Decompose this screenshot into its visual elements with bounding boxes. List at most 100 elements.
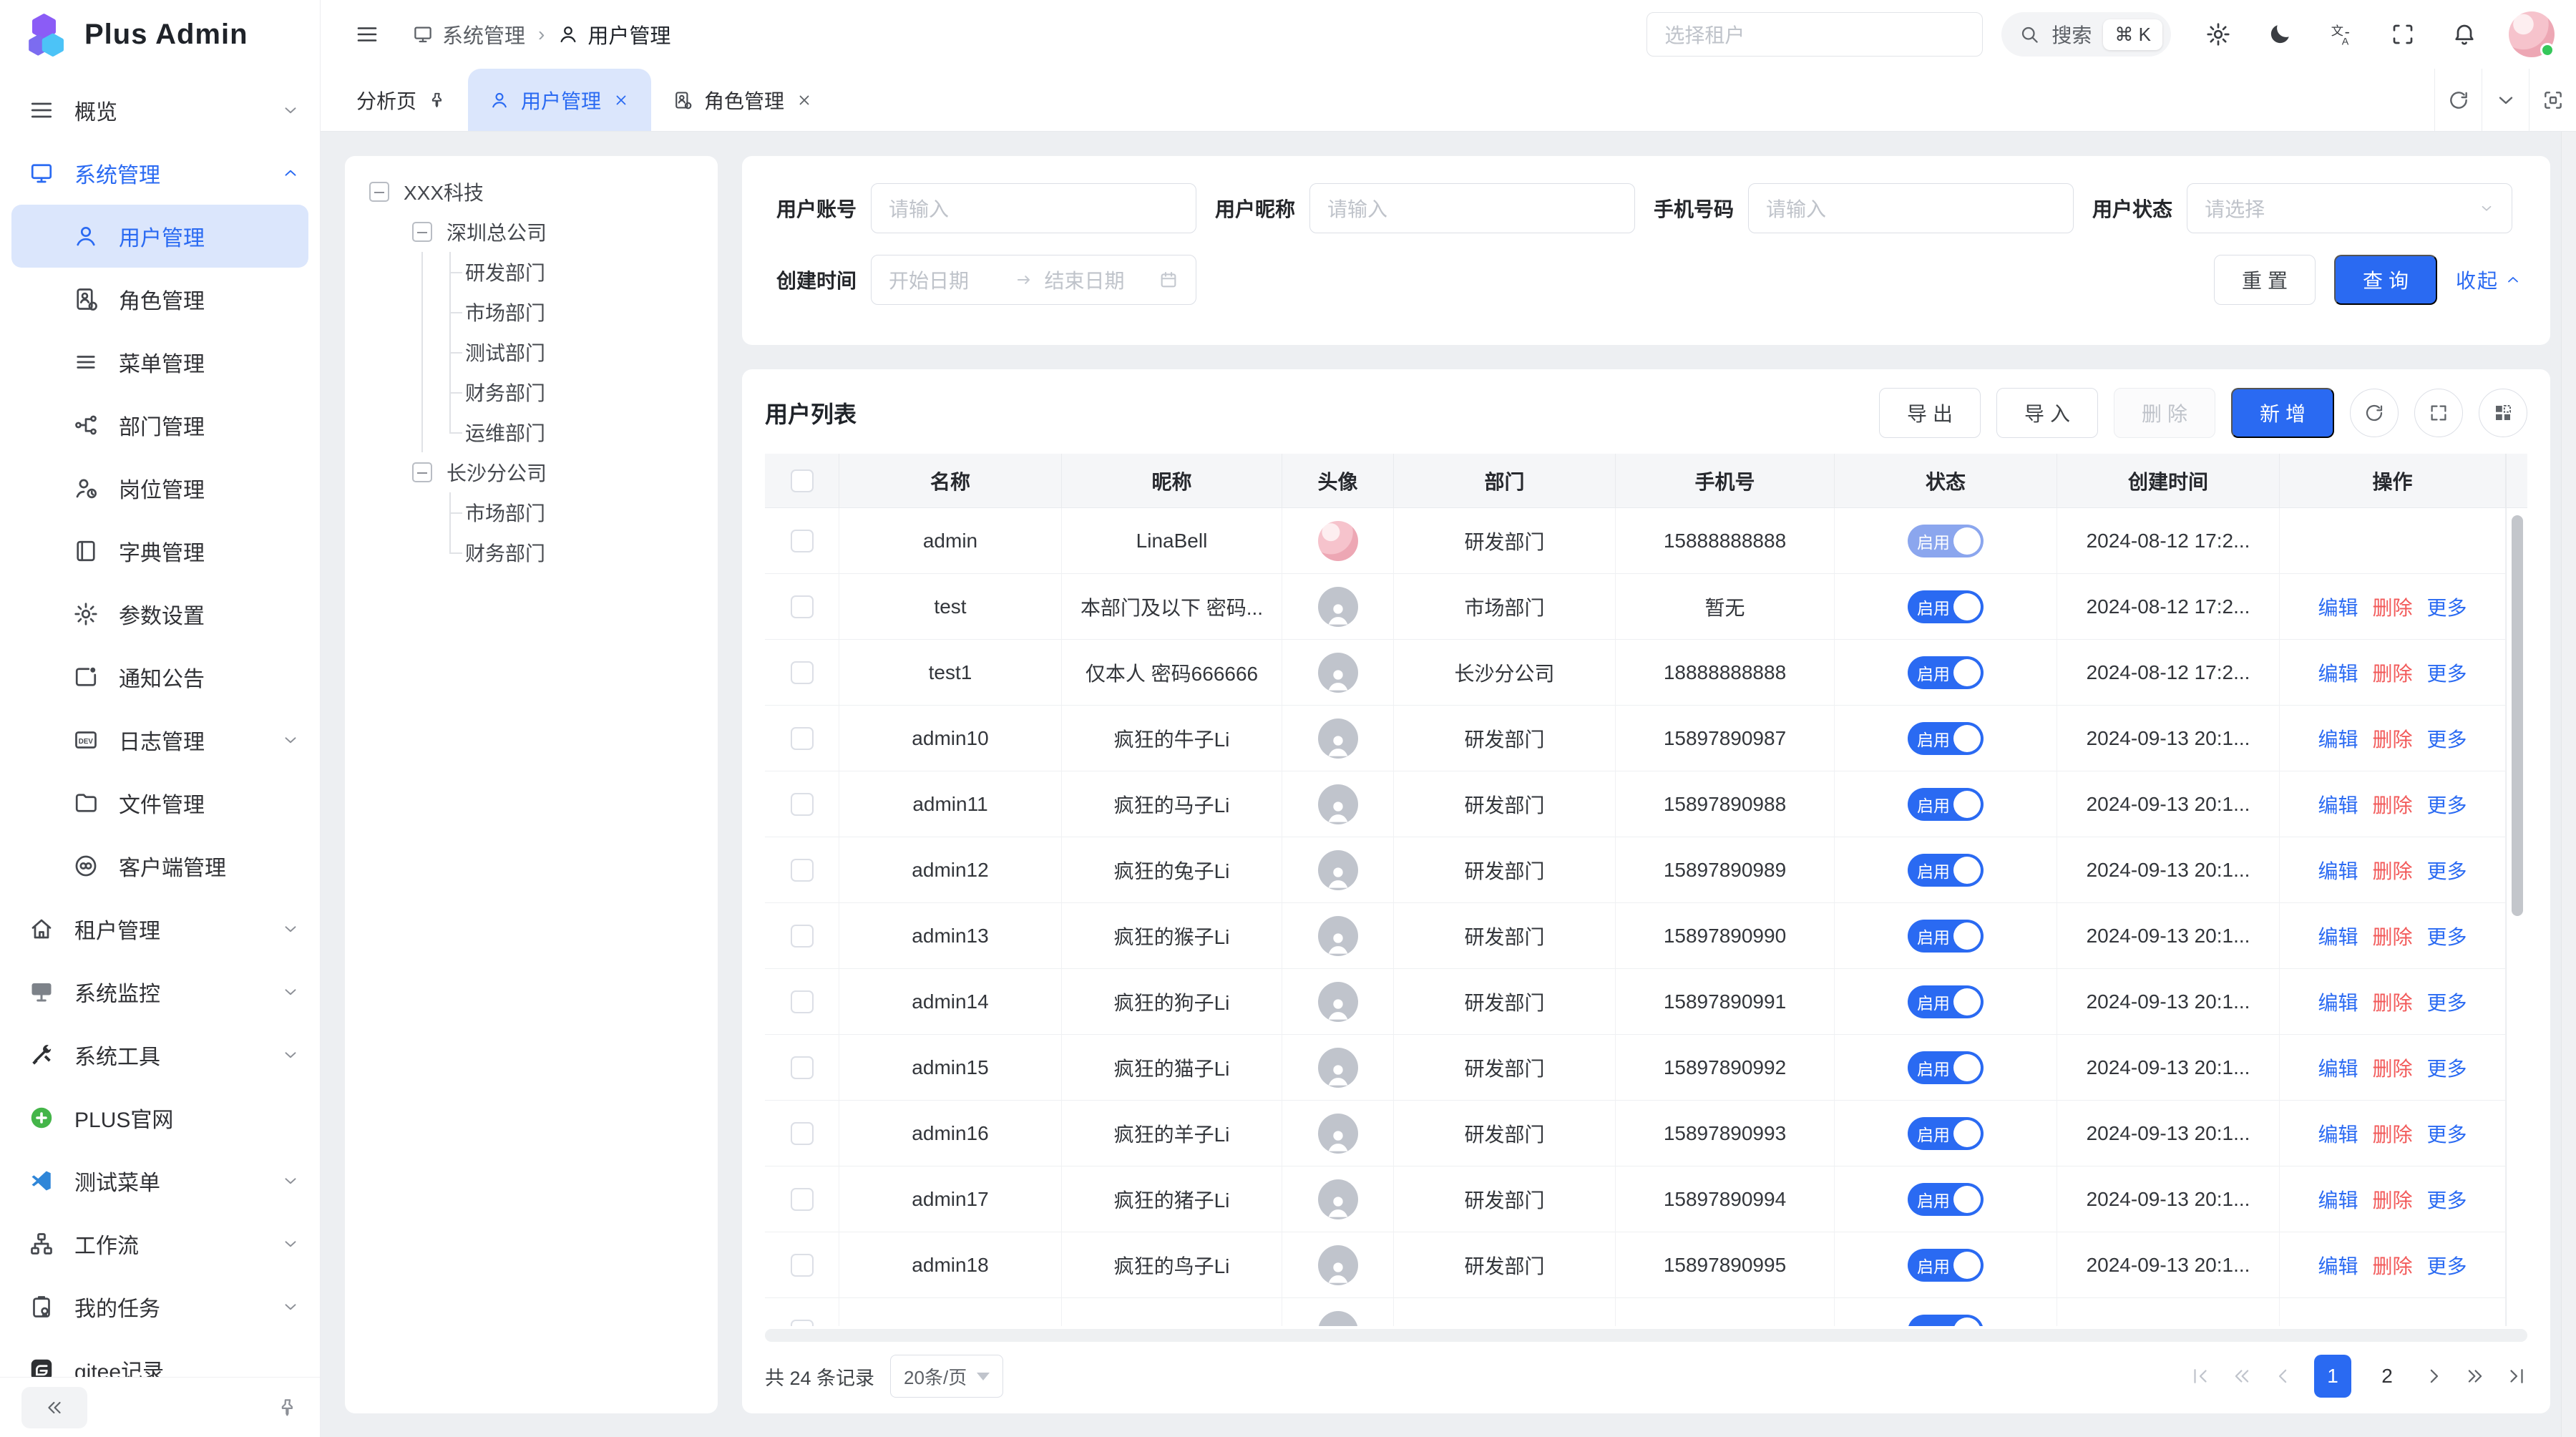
sidebar-item-6[interactable]: 岗位管理 (0, 457, 320, 520)
next-page-button[interactable] (2423, 1365, 2444, 1387)
action-link[interactable]: 编辑 (2318, 658, 2358, 687)
action-link[interactable]: 更多 (2427, 856, 2467, 885)
action-link[interactable]: 编辑 (2318, 790, 2358, 819)
prev-group-button[interactable] (2231, 1365, 2253, 1387)
row-checkbox[interactable] (791, 1320, 814, 1327)
status-toggle[interactable]: 启用 (1908, 1183, 1984, 1216)
sidebar-collapse-button[interactable] (21, 1387, 87, 1428)
filter-text-input[interactable]: 请输入 (1309, 183, 1635, 233)
action-link[interactable]: 编辑 (2318, 1251, 2358, 1280)
action-link[interactable]: 编辑 (2318, 988, 2358, 1016)
row-checkbox[interactable] (791, 793, 814, 816)
status-toggle[interactable]: 启用 (1908, 1051, 1984, 1084)
tree-node-5[interactable]: 财务部门 (356, 372, 706, 412)
status-toggle[interactable] (1908, 1315, 1984, 1327)
date-range-input[interactable]: 开始日期 结束日期 (871, 255, 1196, 305)
status-toggle[interactable]: 启用 (1908, 1249, 1984, 1282)
table-button-3[interactable]: 新增 (2231, 388, 2334, 438)
action-link[interactable]: 删除 (2372, 988, 2412, 1016)
tenant-select-input[interactable]: 选择租户 (1646, 12, 1983, 57)
action-link[interactable]: 更多 (2427, 1251, 2467, 1280)
page-size-select[interactable]: 20条/页 (890, 1355, 1003, 1398)
sidebar-item-2[interactable]: 用户管理 (11, 205, 308, 268)
action-link[interactable]: 删除 (2372, 724, 2412, 753)
filter-text-input[interactable]: 请输入 (871, 183, 1196, 233)
row-checkbox[interactable] (791, 661, 814, 684)
action-link[interactable]: 删除 (2372, 922, 2412, 950)
last-page-button[interactable] (2506, 1365, 2527, 1387)
status-toggle[interactable]: 启用 (1908, 788, 1984, 821)
sidebar-item-11[interactable]: 文件管理 (0, 771, 320, 834)
action-link[interactable]: 删除 (2372, 1251, 2412, 1280)
action-link[interactable]: 删除 (2372, 790, 2412, 819)
sidebar-item-14[interactable]: 系统监控 (0, 960, 320, 1023)
tab-1[interactable]: 用户管理 (468, 69, 651, 131)
action-link[interactable]: 删除 (2372, 658, 2412, 687)
first-page-button[interactable] (2190, 1365, 2211, 1387)
tree-node-8[interactable]: 市场部门 (356, 492, 706, 532)
sidebar-item-3[interactable]: 角色管理 (0, 268, 320, 331)
refresh-icon-button[interactable] (2350, 389, 2399, 437)
sidebar-item-0[interactable]: 概览 (0, 79, 320, 142)
row-checkbox[interactable] (791, 727, 814, 750)
sidebar-item-5[interactable]: 部门管理 (0, 394, 320, 457)
status-toggle[interactable]: 启用 (1908, 1117, 1984, 1150)
status-toggle[interactable]: 启用 (1908, 525, 1984, 557)
tab-menu-button[interactable] (2482, 69, 2529, 131)
prev-page-button[interactable] (2273, 1365, 2294, 1387)
action-link[interactable]: 删除 (2372, 593, 2412, 621)
page-number-2[interactable]: 2 (2371, 1355, 2403, 1398)
row-checkbox[interactable] (791, 925, 814, 948)
status-toggle[interactable]: 启用 (1908, 985, 1984, 1018)
page-number-1[interactable]: 1 (2314, 1355, 2351, 1398)
user-avatar[interactable] (2509, 11, 2555, 57)
sidebar-item-13[interactable]: 租户管理 (0, 897, 320, 960)
action-link[interactable]: 编辑 (2318, 1053, 2358, 1082)
breadcrumb-item-1[interactable]: 用户管理 (557, 19, 670, 49)
tree-collapse-icon[interactable] (412, 222, 432, 242)
sidebar-item-17[interactable]: 测试菜单 (0, 1149, 320, 1212)
sidebar-item-1[interactable]: 系统管理 (0, 142, 320, 205)
action-link[interactable]: 删除 (2372, 856, 2412, 885)
breadcrumb-item-0[interactable]: 系统管理 (412, 19, 525, 49)
content-fullscreen-button[interactable] (2529, 69, 2576, 131)
sidebar-item-19[interactable]: 我的任务 (0, 1275, 320, 1338)
sidebar-pin-icon[interactable] (277, 1397, 298, 1418)
row-checkbox[interactable] (791, 530, 814, 552)
reset-button[interactable]: 重置 (2214, 255, 2316, 305)
sidebar-item-10[interactable]: DEV日志管理 (0, 708, 320, 771)
action-link[interactable]: 更多 (2427, 1119, 2467, 1148)
fullscreen-icon[interactable] (2390, 21, 2416, 47)
sidebar-item-20[interactable]: gitee记录 (0, 1338, 320, 1377)
action-link[interactable]: 更多 (2427, 593, 2467, 621)
action-link[interactable]: 更多 (2427, 790, 2467, 819)
table-button-1[interactable]: 导入 (1996, 388, 2098, 438)
translate-icon[interactable]: 文A (2328, 21, 2354, 47)
next-group-button[interactable] (2464, 1365, 2486, 1387)
pin-icon[interactable] (428, 91, 447, 109)
filter-text-input[interactable]: 请输入 (1748, 183, 2074, 233)
row-checkbox[interactable] (791, 990, 814, 1013)
table-horizontal-scrollbar[interactable] (765, 1329, 2527, 1342)
settings-gear-icon[interactable] (2205, 21, 2231, 47)
tree-node-6[interactable]: 运维部门 (356, 412, 706, 452)
tree-node-3[interactable]: 市场部门 (356, 292, 706, 332)
action-link[interactable]: 编辑 (2318, 1119, 2358, 1148)
hamburger-menu-icon[interactable] (355, 22, 379, 47)
action-link[interactable]: 删除 (2372, 1185, 2412, 1214)
tree-collapse-icon[interactable] (412, 462, 432, 482)
action-link[interactable]: 更多 (2427, 988, 2467, 1016)
close-icon[interactable] (613, 92, 630, 109)
tree-node-4[interactable]: 测试部门 (356, 332, 706, 372)
status-select[interactable]: 请选择 (2187, 183, 2512, 233)
vertical-scrollbar-thumb[interactable] (2512, 515, 2523, 916)
tree-node-1[interactable]: 深圳总公司 (356, 212, 706, 252)
row-checkbox[interactable] (791, 859, 814, 882)
status-toggle[interactable]: 启用 (1908, 656, 1984, 689)
select-all-checkbox[interactable] (791, 469, 814, 492)
action-link[interactable]: 编辑 (2318, 593, 2358, 621)
action-link[interactable]: 删除 (2372, 1053, 2412, 1082)
tab-0[interactable]: 分析页 (335, 69, 468, 131)
query-button[interactable]: 查询 (2334, 255, 2437, 305)
tree-collapse-icon[interactable] (369, 182, 389, 202)
